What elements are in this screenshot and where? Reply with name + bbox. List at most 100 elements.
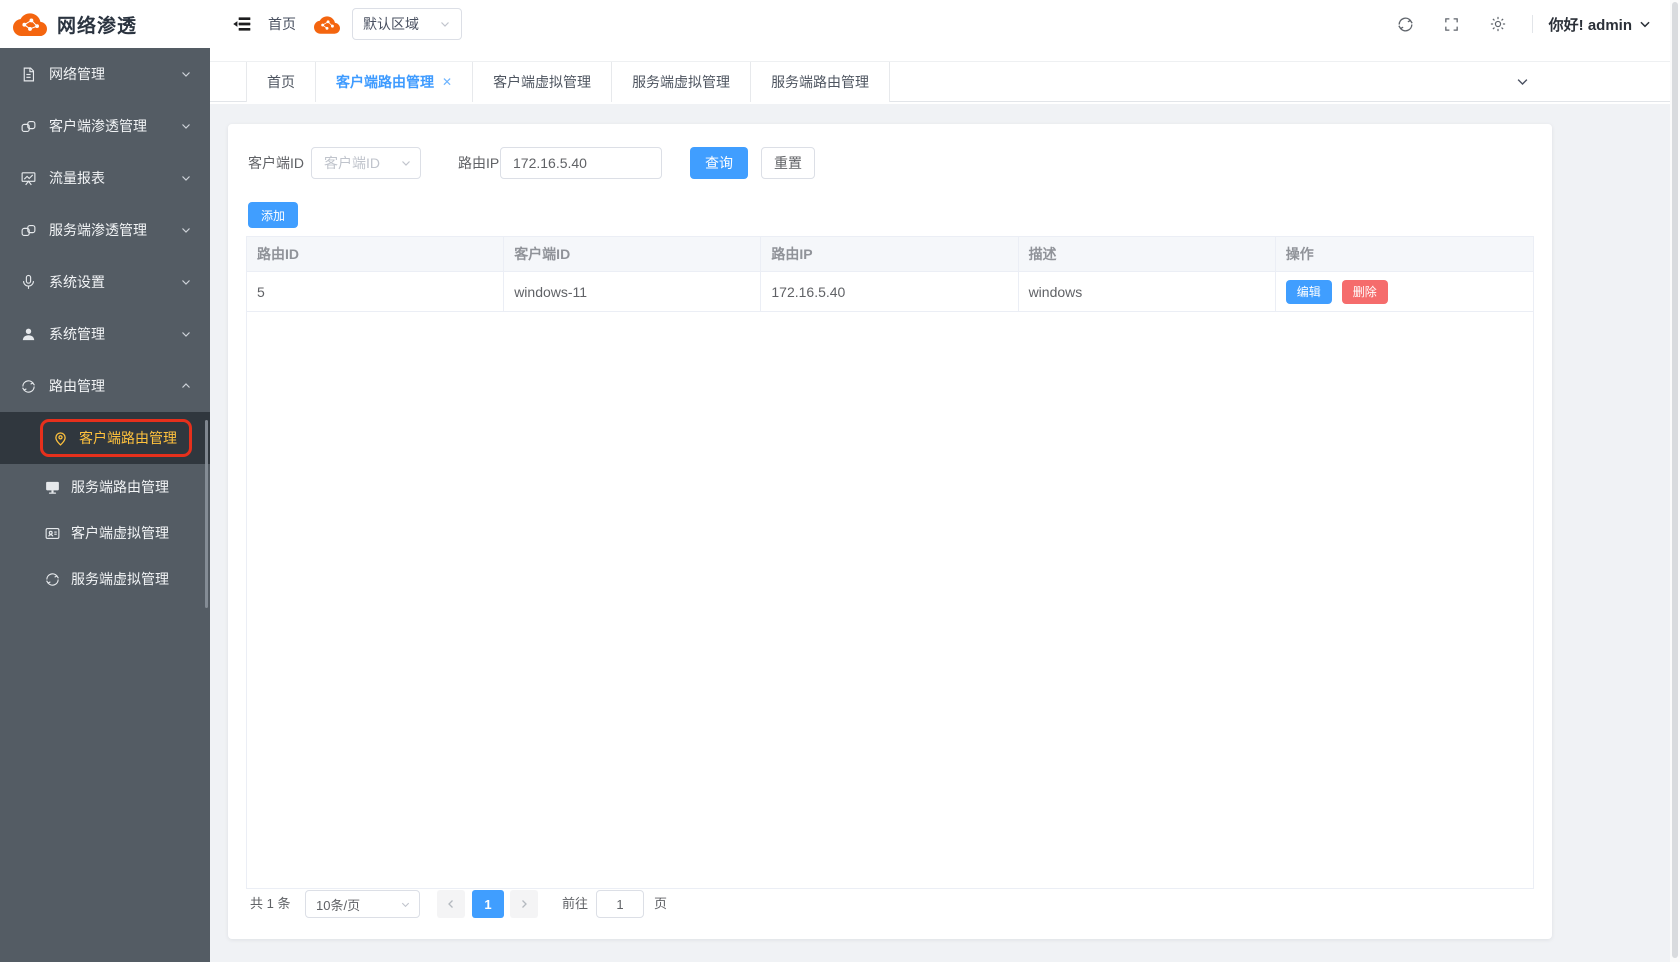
tab-home[interactable]: 首页 [246,62,316,102]
sidebar-item-route-mgmt[interactable]: 路由管理 [0,360,210,412]
tab-label: 客户端路由管理 [336,72,434,92]
collapse-sidebar-icon[interactable] [232,14,252,34]
route-ip-label: 路由IP [458,147,499,179]
app-title: 网络渗透 [57,11,137,38]
chevron-down-icon [180,68,192,80]
col-route-ip: 路由IP [761,237,1018,271]
sidebar-item-label: 流量报表 [49,168,180,188]
sidebar-item-label: 服务端渗透管理 [49,220,180,240]
sidebar-item-client-virtual-mgmt[interactable]: 客户端虚拟管理 [0,510,210,556]
page-size-value: 10条/页 [316,895,400,914]
sidebar-item-label: 客户端虚拟管理 [71,523,169,543]
pagination-total: 共 1 条 [250,890,290,918]
client-id-select[interactable]: 客户端ID [311,147,421,179]
sidebar-item-label: 客户端渗透管理 [49,116,180,136]
location-pin-icon [52,430,69,447]
table-header-row: 路由ID 客户端ID 路由IP 描述 操作 [247,237,1533,272]
next-page-button[interactable] [510,890,538,918]
highlight-ring: 客户端路由管理 [40,419,192,457]
refresh-icon [20,378,37,395]
document-icon [20,66,37,83]
region-select-value: 默认区域 [363,14,439,34]
routes-table: 路由ID 客户端ID 路由IP 描述 操作 5 windows-11 172.1… [246,236,1534,889]
sidebar-item-client-pentest-mgmt[interactable]: 客户端渗透管理 [0,100,210,152]
tab-label: 服务端虚拟管理 [632,72,730,92]
page-scrollbar-thumb[interactable] [1672,2,1678,958]
sidebar-menu: 网络管理 客户端渗透管理 流量报表 服务 [0,48,210,602]
app-logo: 网络渗透 [0,0,210,48]
tab-server-route-mgmt[interactable]: 服务端路由管理 [751,62,890,102]
content-card: 客户端ID 客户端ID 路由IP 查询 重置 添加 路由ID 客户端ID 路由I… [228,124,1552,939]
chevron-up-icon [180,380,192,392]
chevron-down-icon [180,328,192,340]
goto-page-input[interactable] [596,890,644,918]
page-scrollbar-track [1670,0,1680,962]
cell-description: windows [1019,272,1276,311]
route-ip-input[interactable] [500,147,662,179]
cell-client-id: windows-11 [504,272,761,311]
user-menu[interactable]: 你好! admin [1549,14,1652,35]
col-description: 描述 [1019,237,1276,271]
tab-label: 服务端路由管理 [771,72,869,92]
app-root: 网络渗透 网络管理 客户端渗透管理 流量报表 [0,0,1680,962]
chart-board-icon [20,170,37,187]
sidebar-item-server-virtual-mgmt[interactable]: 服务端虚拟管理 [0,556,210,602]
refresh-icon[interactable] [1396,14,1416,34]
page-size-select[interactable]: 10条/页 [305,890,420,918]
monitor-icon [44,479,61,496]
chevron-down-icon [180,224,192,236]
theme-sun-icon[interactable] [1488,14,1508,34]
tab-bar: 首页 客户端路由管理 ✕ 客户端虚拟管理 服务端虚拟管理 服务端路由管理 [210,61,1680,102]
search-button[interactable]: 查询 [690,147,748,179]
add-button[interactable]: 添加 [248,202,298,228]
sidebar-item-network-mgmt[interactable]: 网络管理 [0,48,210,100]
chevron-right-icon [518,898,530,910]
sidebar-item-label: 客户端路由管理 [79,428,177,448]
page-number-current[interactable]: 1 [472,890,504,918]
sidebar-item-label: 系统设置 [49,272,180,292]
cell-actions: 编辑 删除 [1276,272,1533,311]
sidebar-item-label: 路由管理 [49,376,180,396]
sidebar: 网络渗透 网络管理 客户端渗透管理 流量报表 [0,0,210,962]
chevron-down-icon [180,120,192,132]
close-icon[interactable]: ✕ [442,75,452,89]
col-actions: 操作 [1276,237,1533,271]
chevron-down-icon [439,18,451,30]
chevron-down-icon [400,157,412,169]
col-route-id: 路由ID [247,237,504,271]
cloud-logo-icon [13,11,47,37]
tab-client-route-mgmt[interactable]: 客户端路由管理 ✕ [316,62,473,102]
region-select[interactable]: 默认区域 [352,8,462,40]
sidebar-item-client-route-mgmt[interactable]: 客户端路由管理 [0,412,210,464]
chevron-left-icon [445,898,457,910]
chevron-down-icon [180,172,192,184]
sidebar-item-system-mgmt[interactable]: 系统管理 [0,308,210,360]
tab-client-virtual-mgmt[interactable]: 客户端虚拟管理 [473,62,612,102]
sidebar-scrollbar-thumb[interactable] [205,420,208,608]
fullscreen-icon[interactable] [1442,14,1462,34]
link-icon [20,222,37,239]
edit-button[interactable]: 编辑 [1286,280,1332,304]
reset-button[interactable]: 重置 [761,147,815,179]
sidebar-item-traffic-report[interactable]: 流量报表 [0,152,210,204]
sidebar-item-label: 服务端虚拟管理 [71,569,169,589]
breadcrumb[interactable]: 首页 [268,14,296,34]
sidebar-item-label: 系统管理 [49,324,180,344]
goto-label: 前往 [562,890,588,918]
user-icon [20,326,37,343]
cloud-icon [314,15,340,34]
page-unit-label: 页 [654,890,667,918]
sidebar-item-system-settings[interactable]: 系统设置 [0,256,210,308]
top-band: 首页 默认区域 你好! admin [210,0,1680,104]
col-client-id: 客户端ID [504,237,761,271]
sidebar-item-label: 服务端路由管理 [71,477,169,497]
prev-page-button[interactable] [437,890,465,918]
tab-server-virtual-mgmt[interactable]: 服务端虚拟管理 [612,62,751,102]
user-greeting: 你好! admin [1549,14,1632,35]
chevron-down-icon [180,276,192,288]
cell-route-id: 5 [247,272,504,311]
chevron-down-icon[interactable] [1515,74,1530,89]
sidebar-item-server-pentest-mgmt[interactable]: 服务端渗透管理 [0,204,210,256]
delete-button[interactable]: 删除 [1342,280,1388,304]
sidebar-item-server-route-mgmt[interactable]: 服务端路由管理 [0,464,210,510]
